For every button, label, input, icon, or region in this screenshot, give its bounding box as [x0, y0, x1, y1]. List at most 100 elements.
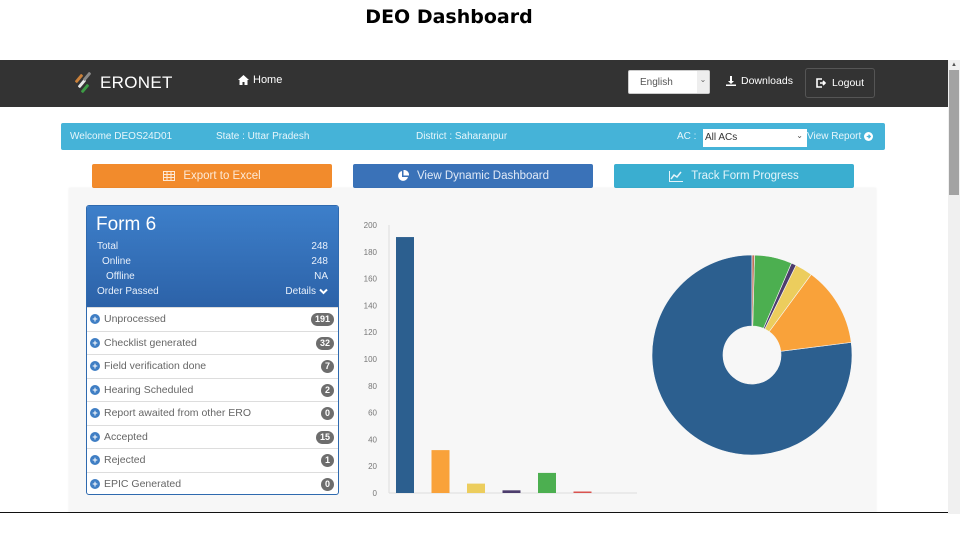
download-icon [726, 76, 736, 86]
pie-chart-icon [398, 170, 409, 181]
plus-circle-icon: + [90, 337, 100, 348]
status-label: Unprocessed [104, 313, 166, 325]
nav-home-link[interactable]: Home [238, 74, 282, 86]
status-count-badge: 15 [315, 430, 334, 444]
y-tick-label: 180 [364, 248, 378, 257]
form-row-label: Online [102, 256, 131, 267]
plus-circle-icon: + [90, 408, 100, 418]
plus-circle-icon: + [90, 431, 100, 442]
y-tick-label: 100 [364, 355, 378, 364]
bar-field-verification-done[interactable] [467, 483, 485, 493]
form-row-label: Order Passed [97, 286, 159, 297]
home-icon [238, 75, 249, 85]
status-donut-chart [651, 254, 853, 456]
ac-label: AC : [677, 131, 697, 142]
chevron-down-icon: ⌄ [697, 71, 709, 93]
plus-circle-icon: + [90, 478, 100, 489]
bar-rejected[interactable] [573, 491, 592, 494]
ac-select-value: All ACs [705, 132, 738, 143]
info-bar: Welcome DEOS24D01 State : Uttar Pradesh … [61, 123, 885, 150]
nav-home-label: Home [253, 74, 283, 86]
status-label: Field verification done [104, 360, 207, 372]
plus-circle-icon: + [90, 314, 100, 324]
table-icon [163, 171, 176, 181]
view-dynamic-label: View Dynamic Dashboard [416, 170, 550, 182]
form-row-total: Total 248 [97, 241, 328, 252]
bar-accepted[interactable] [538, 472, 556, 493]
status-count-badge: 0 [320, 407, 334, 420]
status-count-badge: 1 [320, 454, 334, 467]
status-label: EPIC Generated [104, 477, 182, 490]
y-tick-label: 80 [368, 382, 377, 391]
brand[interactable]: ERONET [72, 70, 173, 96]
status-label: Hearing Scheduled [104, 383, 194, 396]
status-label: Accepted [104, 430, 148, 443]
y-tick-label: 200 [364, 221, 378, 230]
view-dynamic-dashboard-button[interactable]: View Dynamic Dashboard [353, 164, 593, 188]
status-item[interactable]: + Rejected 1 [87, 448, 338, 471]
arrow-circle-right-icon [864, 132, 874, 141]
plus-circle-icon: + [90, 361, 100, 371]
form-row-value: NA [314, 271, 328, 282]
district-text: District : Saharanpur [416, 131, 508, 142]
y-tick-label: 140 [364, 301, 378, 310]
y-tick-label: 160 [364, 275, 378, 284]
view-report-link[interactable]: View Report [807, 131, 874, 142]
y-tick-label: 120 [364, 328, 378, 337]
status-item[interactable]: + Report awaited from other ERO 0 [87, 401, 338, 424]
scroll-up-icon[interactable]: ▲ [950, 62, 958, 68]
bar-unprocessed[interactable] [396, 237, 414, 493]
form-row-order-passed: Order Passed Details [97, 286, 328, 297]
status-count-badge: 0 [320, 477, 334, 491]
form-6-card: Form 6 Total 248 Online 248 Offline NA O… [86, 205, 339, 495]
form-row-online: Online 248 [97, 256, 328, 267]
status-item[interactable]: + Checklist generated 32 [87, 330, 338, 354]
status-item[interactable]: + Unprocessed 191 [87, 307, 338, 330]
track-form-label: Track Form Progress [691, 170, 799, 182]
status-item[interactable]: + Field verification done 7 [87, 354, 338, 377]
language-select[interactable]: English ⌄ [628, 70, 710, 94]
export-excel-button[interactable]: Export to Excel [92, 164, 332, 188]
status-label: Checklist generated [104, 336, 197, 349]
status-label: Rejected [104, 454, 146, 466]
slide-title: DEO Dashboard [365, 6, 533, 28]
screenshot-frame: ERONET Home English ⌄ Downloads Logout W… [0, 60, 948, 513]
status-item[interactable]: + EPIC Generated 0 [87, 471, 338, 495]
state-text: State : Uttar Pradesh [216, 131, 310, 142]
status-label: Report awaited from other ERO [104, 407, 252, 419]
nav-downloads-label: Downloads [741, 75, 793, 87]
plus-circle-icon: + [90, 455, 100, 465]
status-item[interactable]: + Hearing Scheduled 2 [87, 377, 338, 401]
form-row-label: Total [97, 241, 119, 252]
chevron-down-icon: ⌄ [796, 131, 803, 140]
plus-circle-icon: + [90, 384, 100, 395]
ac-select[interactable]: All ACs ⌄ [703, 129, 807, 147]
brand-name: ERONET [100, 73, 173, 92]
form-title: Form 6 [96, 214, 157, 235]
bar-checklist-generated[interactable] [431, 450, 450, 493]
track-form-progress-button[interactable]: Track Form Progress [614, 164, 854, 188]
form-row-value: 248 [311, 241, 328, 252]
status-count-badge: 32 [315, 336, 334, 350]
scrollbar-thumb[interactable] [949, 70, 959, 195]
vertical-scrollbar[interactable]: ▲ [948, 60, 960, 514]
top-navbar: ERONET Home English ⌄ Downloads Logout [0, 60, 948, 107]
bottom-divider [0, 512, 948, 513]
status-count-badge: 2 [320, 383, 334, 397]
status-count-badge: 191 [310, 313, 334, 326]
chevron-down-icon [319, 288, 328, 295]
y-tick-label: 0 [373, 489, 378, 498]
bar-hearing-scheduled[interactable] [502, 490, 521, 493]
details-label: Details [285, 286, 316, 297]
status-bar-chart: 0 20 40 60 80 100 120 140 160 180 200 [364, 221, 637, 498]
nav-downloads-link[interactable]: Downloads [726, 75, 793, 87]
status-count-badge: 7 [320, 360, 334, 373]
form-row-offline: Offline NA [97, 271, 328, 282]
eronet-logo-icon [72, 71, 96, 94]
logout-icon [816, 78, 827, 88]
y-tick-label: 40 [368, 435, 377, 444]
details-toggle[interactable]: Details [285, 286, 328, 297]
status-item[interactable]: + Accepted 15 [87, 424, 338, 448]
logout-button[interactable]: Logout [805, 68, 875, 98]
view-report-label: View Report [807, 131, 862, 142]
